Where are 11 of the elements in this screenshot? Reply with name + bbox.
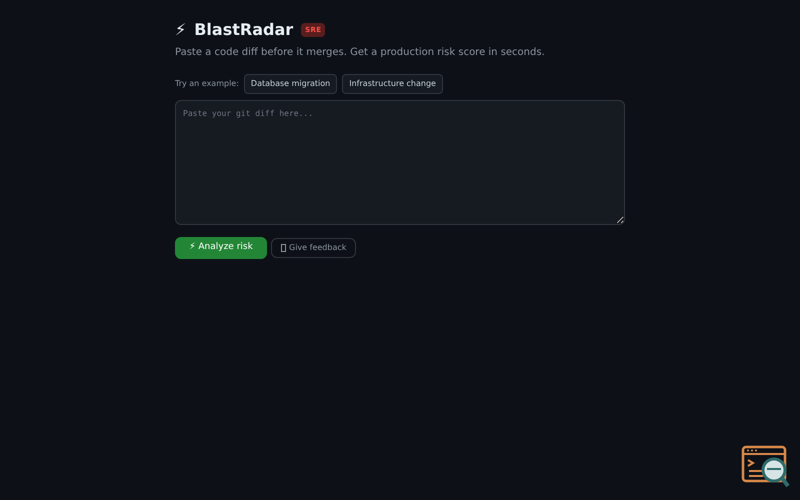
examples-label: Try an example: bbox=[175, 78, 239, 90]
placeholder-icon bbox=[281, 244, 286, 252]
feedback-button[interactable]: Give feedback bbox=[271, 238, 356, 258]
diff-input[interactable]: Paste your git diff here... bbox=[175, 100, 625, 225]
subtitle: Paste a code diff before it merges. Get a production risk score in seconds. bbox=[175, 46, 546, 60]
example-chip[interactable]: Database migration bbox=[244, 74, 338, 94]
example-chip[interactable]: Infrastructure change bbox=[342, 74, 443, 94]
log-search-icon[interactable] bbox=[741, 445, 791, 489]
app-title: BlastRadar bbox=[194, 19, 294, 41]
analyze-button[interactable]: ⚡ Analyze risk bbox=[175, 237, 267, 259]
bolt-icon: ⚡ bbox=[175, 18, 186, 42]
